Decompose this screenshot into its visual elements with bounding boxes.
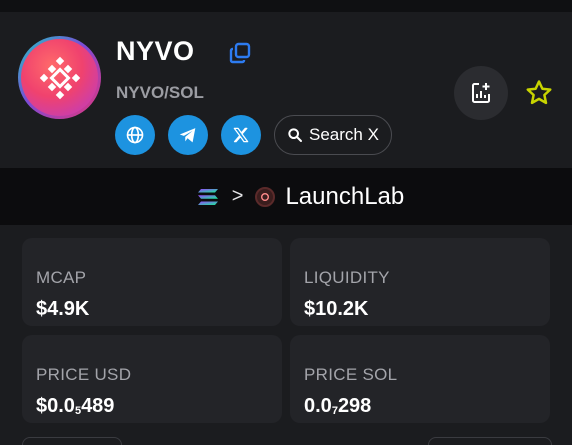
next-section-edge bbox=[428, 437, 552, 445]
breadcrumb-separator: > bbox=[231, 185, 244, 207]
price-digits: 489 bbox=[81, 395, 115, 417]
website-button[interactable] bbox=[115, 115, 155, 155]
token-logo-image bbox=[21, 39, 98, 116]
launchlab-icon bbox=[255, 186, 276, 207]
token-stats: MCAP $4.9K LIQUIDITY $10.2K PRICE USD $0… bbox=[0, 225, 572, 445]
top-edge bbox=[0, 0, 572, 12]
next-section-edge bbox=[22, 437, 122, 445]
stat-card-price-usd: PRICE USD $0.05489 bbox=[22, 335, 282, 423]
launch-breadcrumb: > LaunchLab bbox=[196, 183, 404, 211]
stat-card-liquidity: LIQUIDITY $10.2K bbox=[290, 238, 550, 326]
stat-value: $10.2K bbox=[304, 298, 369, 320]
social-links: Search X bbox=[115, 115, 392, 155]
stat-value: $4.9K bbox=[36, 298, 90, 320]
search-x-label: Search X bbox=[309, 125, 379, 144]
price-prefix: $0.0 bbox=[36, 395, 75, 417]
x-icon bbox=[233, 127, 249, 143]
stat-label: MCAP bbox=[36, 268, 87, 287]
search-x-button[interactable]: Search X bbox=[274, 115, 392, 155]
copy-icon[interactable] bbox=[227, 40, 253, 66]
add-chart-button[interactable] bbox=[454, 66, 508, 120]
chart-add-icon bbox=[472, 83, 490, 103]
stat-label: PRICE SOL bbox=[304, 365, 398, 384]
token-pair: NYVO/SOL bbox=[116, 83, 204, 102]
telegram-icon bbox=[179, 128, 196, 143]
stat-card-price-sol: PRICE SOL 0.07298 bbox=[290, 335, 550, 423]
star-icon bbox=[526, 80, 552, 105]
search-icon bbox=[288, 128, 302, 142]
x-button[interactable] bbox=[221, 115, 261, 155]
token-name: NYVO bbox=[116, 36, 195, 66]
solana-icon bbox=[197, 188, 218, 205]
token-logo bbox=[18, 36, 101, 119]
token-panel: NYVO NYVO/SOL Search X > LaunchLab MCAP … bbox=[0, 0, 572, 445]
price-prefix: 0.0 bbox=[304, 395, 332, 417]
globe-icon bbox=[126, 126, 144, 144]
stat-card-mcap: MCAP $4.9K bbox=[22, 238, 282, 326]
logo-glyph-icon bbox=[39, 56, 80, 99]
price-digits: 298 bbox=[337, 395, 372, 417]
launchlab-label: LaunchLab bbox=[285, 182, 405, 210]
launch-platform-bar: > LaunchLab bbox=[0, 168, 572, 225]
stat-value: 0.07298 bbox=[304, 395, 371, 418]
stat-label: PRICE USD bbox=[36, 365, 132, 384]
stat-value: $0.05489 bbox=[36, 395, 114, 418]
favorite-button[interactable] bbox=[522, 76, 556, 110]
telegram-button[interactable] bbox=[168, 115, 208, 155]
stat-label: LIQUIDITY bbox=[304, 268, 390, 287]
